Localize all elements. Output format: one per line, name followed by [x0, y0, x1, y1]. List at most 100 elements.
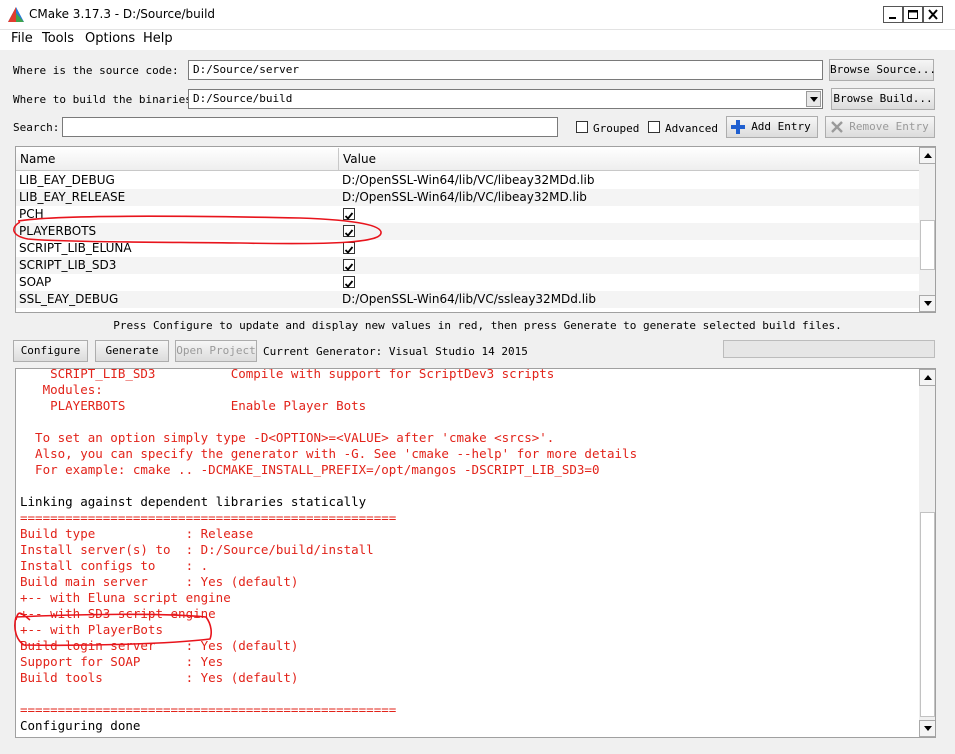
current-generator: Current Generator: Visual Studio 14 2015	[263, 345, 528, 358]
remove-entry-button[interactable]: Remove Entry	[825, 116, 935, 138]
table-scrollbar[interactable]	[919, 147, 935, 312]
close-button[interactable]	[923, 6, 943, 23]
row-name: PLAYERBOTS	[19, 224, 97, 238]
menu-bar: File Tools Options Help	[0, 30, 955, 50]
row-checkbox[interactable]	[343, 225, 355, 237]
output-line: Support for SOAP : Yes	[20, 654, 224, 669]
row-value[interactable]: D:/OpenSSL-Win64/lib/VC/libeay32MD.lib	[342, 189, 587, 206]
output-line: +-- with PlayerBots	[20, 622, 163, 637]
table-row[interactable]: SSL_EAY_DEBUG D:/OpenSSL-Win64/lib/VC/ss…	[16, 291, 919, 308]
hint-text: Press Configure to update and display ne…	[113, 319, 842, 332]
source-label: Where is the source code:	[13, 64, 179, 77]
advanced-label: Advanced	[665, 122, 718, 135]
table-row[interactable]: PCH	[16, 206, 919, 223]
checkmark-icon	[344, 229, 354, 237]
row-checkbox[interactable]	[343, 276, 355, 288]
minimize-icon	[889, 17, 896, 19]
chevron-down-icon	[809, 97, 818, 102]
output-line: +-- with SD3 script engine	[20, 606, 216, 621]
plus-icon	[731, 120, 745, 134]
window-title: CMake 3.17.3 - D:/Source/build	[29, 7, 216, 21]
table-row[interactable]: SOAP	[16, 274, 919, 291]
checkmark-icon	[344, 212, 354, 220]
row-name: LIB_EAY_DEBUG	[19, 173, 115, 187]
output-line: For example: cmake .. -DCMAKE_INSTALL_PR…	[20, 462, 600, 477]
minimize-button[interactable]	[883, 6, 903, 23]
row-checkbox[interactable]	[343, 208, 355, 220]
scroll-thumb[interactable]	[920, 512, 935, 717]
table-header: Name Value	[16, 147, 919, 171]
table-row[interactable]: SCRIPT_LIB_ELUNA	[16, 240, 919, 257]
output-line: Build main server : Yes (default)	[20, 574, 299, 589]
row-name: SCRIPT_LIB_ELUNA	[19, 241, 132, 255]
row-name: SSL_EAY_DEBUG	[19, 292, 119, 306]
source-input[interactable]: D:/Source/server	[188, 60, 823, 80]
scroll-down-button[interactable]	[919, 720, 935, 737]
build-dropdown-button[interactable]	[806, 91, 821, 107]
scroll-down-button[interactable]	[919, 295, 935, 312]
add-entry-button[interactable]: Add Entry	[726, 116, 818, 138]
row-value[interactable]: D:/OpenSSL-Win64/lib/VC/ssleay32MDd.lib	[342, 291, 596, 308]
table-row[interactable]: PLAYERBOTS	[16, 223, 919, 240]
row-name: SCRIPT_LIB_SD3	[19, 258, 117, 272]
table-row[interactable]: LIB_EAY_RELEASE D:/OpenSSL-Win64/lib/VC/…	[16, 189, 919, 206]
row-checkbox[interactable]	[343, 242, 355, 254]
output-line: To set an option simply type -D<OPTION>=…	[20, 430, 555, 445]
output-line: Build tools : Yes (default)	[20, 670, 299, 685]
checkmark-icon	[344, 246, 354, 254]
grouped-label: Grouped	[593, 122, 640, 135]
chevron-down-icon	[923, 726, 932, 731]
add-entry-label: Add Entry	[751, 120, 811, 133]
output-line: Linking against dependent libraries stat…	[20, 494, 367, 509]
row-value[interactable]: D:/OpenSSL-Win64/lib/VC/libeay32MDd.lib	[342, 172, 594, 189]
header-value[interactable]: Value	[339, 147, 376, 171]
build-value: D:/Source/build	[193, 92, 293, 105]
cache-table: Name Value LIB_EAY_DEBUG D:/OpenSSL-Win6…	[15, 146, 936, 313]
table-row[interactable]: SCRIPT_LIB_SD3	[16, 257, 919, 274]
row-checkbox[interactable]	[343, 259, 355, 271]
output-log[interactable]: Configuring done ========================…	[15, 368, 936, 738]
build-label: Where to build the binaries:	[13, 93, 199, 106]
output-scrollbar[interactable]	[919, 369, 935, 737]
generate-button[interactable]: Generate	[95, 340, 169, 362]
table-row[interactable]: LIB_EAY_DEBUG D:/OpenSSL-Win64/lib/VC/li…	[16, 172, 919, 189]
browse-source-button[interactable]: Browse Source...	[829, 59, 936, 81]
row-name: SOAP	[19, 275, 52, 289]
maximize-button[interactable]	[903, 6, 923, 23]
advanced-checkbox[interactable]	[648, 121, 660, 133]
remove-entry-label: Remove Entry	[849, 120, 929, 133]
output-line: PLAYERBOTS Enable Player Bots	[20, 398, 367, 413]
output-line: +-- with Eluna script engine	[20, 590, 231, 605]
checkmark-icon	[344, 263, 354, 271]
build-combobox[interactable]: D:/Source/build	[188, 89, 823, 109]
menu-options[interactable]: Options	[85, 31, 135, 47]
search-input[interactable]	[62, 117, 558, 137]
menu-tools[interactable]: Tools	[42, 31, 74, 47]
search-label: Search:	[13, 121, 60, 134]
chevron-up-icon	[923, 153, 932, 158]
maximize-icon	[908, 10, 918, 19]
scroll-up-button[interactable]	[919, 369, 935, 386]
progress-bar	[723, 340, 935, 358]
source-value: D:/Source/server	[193, 63, 299, 76]
cmake-logo-icon	[8, 7, 24, 22]
open-project-button[interactable]: Open Project	[175, 340, 257, 362]
title-bar[interactable]: CMake 3.17.3 - D:/Source/build	[0, 0, 955, 30]
configure-button[interactable]: Configure	[13, 340, 88, 362]
checkmark-icon	[344, 280, 354, 288]
menu-file[interactable]: File	[11, 31, 33, 47]
scroll-thumb[interactable]	[920, 220, 935, 270]
browse-build-button[interactable]: Browse Build...	[831, 88, 935, 110]
scroll-up-button[interactable]	[919, 147, 935, 164]
row-name: LIB_EAY_RELEASE	[19, 190, 126, 204]
row-name: PCH	[19, 207, 44, 221]
output-line: Install server(s) to : D:/Source/build/i…	[20, 542, 374, 557]
remove-icon	[831, 121, 843, 133]
output-line: Also, you can specify the generator with…	[20, 446, 638, 461]
output-line: Configuring done	[20, 718, 141, 733]
header-name[interactable]: Name	[16, 147, 55, 171]
grouped-checkbox[interactable]	[576, 121, 588, 133]
output-line: Build login server : Yes (default)	[20, 638, 299, 653]
menu-help[interactable]: Help	[143, 31, 173, 47]
chevron-up-icon	[923, 375, 932, 380]
